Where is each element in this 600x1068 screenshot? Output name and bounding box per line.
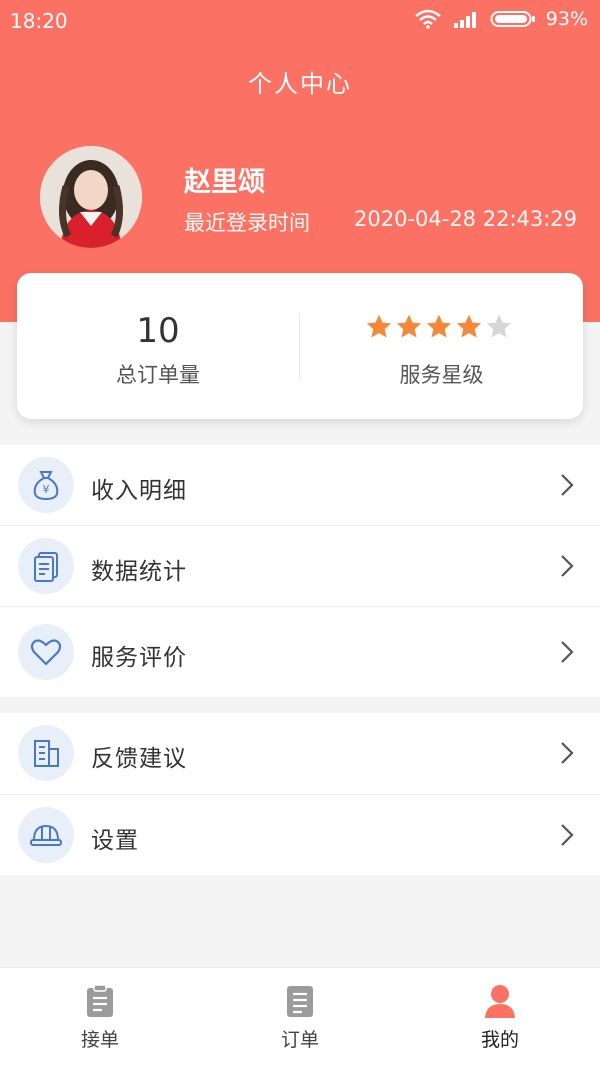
order-count: 10 (136, 311, 180, 351)
stats-card: 10 总订单量 服务星级 (17, 273, 583, 419)
menu-item-feedback[interactable]: 反馈建议 (0, 713, 600, 793)
avatar-image (40, 146, 142, 248)
list-icon (287, 986, 313, 1017)
menu-item-label: 数据统计 (91, 559, 187, 585)
star-empty-icon (486, 314, 512, 338)
person-icon (485, 985, 515, 1018)
menu-item-settings[interactable]: 设置 (0, 795, 600, 875)
battery-icon (490, 11, 535, 27)
menu-item-label: 服务评价 (91, 645, 187, 671)
tab-label: 订单 (280, 1029, 319, 1051)
status-time: 18:20 (10, 9, 68, 33)
chevron-right-icon (561, 555, 574, 577)
tab-mine[interactable]: 我的 (400, 968, 600, 1068)
tab-label: 接单 (80, 1029, 119, 1051)
building-icon (18, 725, 74, 781)
svg-text:¥: ¥ (43, 483, 50, 496)
menu-item-label: 收入明细 (91, 478, 187, 504)
menu-item-label: 设置 (91, 828, 139, 854)
clipboard-icon (87, 984, 113, 1017)
wifi-icon (414, 9, 441, 29)
user-name: 赵里颂 (184, 167, 265, 198)
tab-label: 我的 (480, 1029, 519, 1051)
menu-item-data-statistics[interactable]: 数据统计 (0, 526, 600, 606)
status-indicators: 93% (414, 8, 588, 30)
money-bag-icon: ¥ (18, 457, 74, 513)
status-bar: 18:20 93% (0, 0, 600, 42)
service-rating-stars (365, 313, 513, 341)
last-login-time: 2020-04-28 22:43:29 (354, 207, 578, 231)
divider (0, 606, 600, 607)
menu-item-income-details[interactable]: ¥ 收入明细 (0, 445, 600, 525)
menu-group-secondary: 反馈建议 设置 (0, 713, 600, 875)
helmet-icon (18, 807, 74, 863)
menu-group-primary: ¥ 收入明细 数据统计 服务评价 (0, 445, 600, 697)
star-filled-icon (366, 314, 392, 338)
service-rating-label: 服务星级 (399, 363, 484, 387)
star-filled-icon (426, 314, 452, 338)
battery-percent: 93% (545, 8, 588, 30)
avatar[interactable] (40, 146, 142, 248)
star-filled-icon (396, 314, 422, 338)
star-filled-icon (456, 314, 482, 338)
page-title: 个人中心 (248, 70, 352, 98)
tab-accept-orders[interactable]: 接单 (0, 968, 200, 1068)
chevron-right-icon (561, 641, 574, 663)
chevron-right-icon (561, 742, 574, 764)
signal-icon (453, 12, 476, 28)
tab-orders[interactable]: 订单 (200, 968, 400, 1068)
chevron-right-icon (561, 824, 574, 846)
order-count-label: 总订单量 (116, 363, 200, 387)
last-login-label: 最近登录时间 (184, 211, 310, 235)
menu-item-service-reviews[interactable]: 服务评价 (0, 612, 600, 692)
bottom-tab-bar: 接单 订单 我的 (0, 967, 600, 1068)
menu-item-label: 反馈建议 (91, 746, 187, 772)
heart-icon (18, 624, 74, 680)
document-icon (18, 538, 74, 594)
chevron-right-icon (561, 474, 574, 496)
